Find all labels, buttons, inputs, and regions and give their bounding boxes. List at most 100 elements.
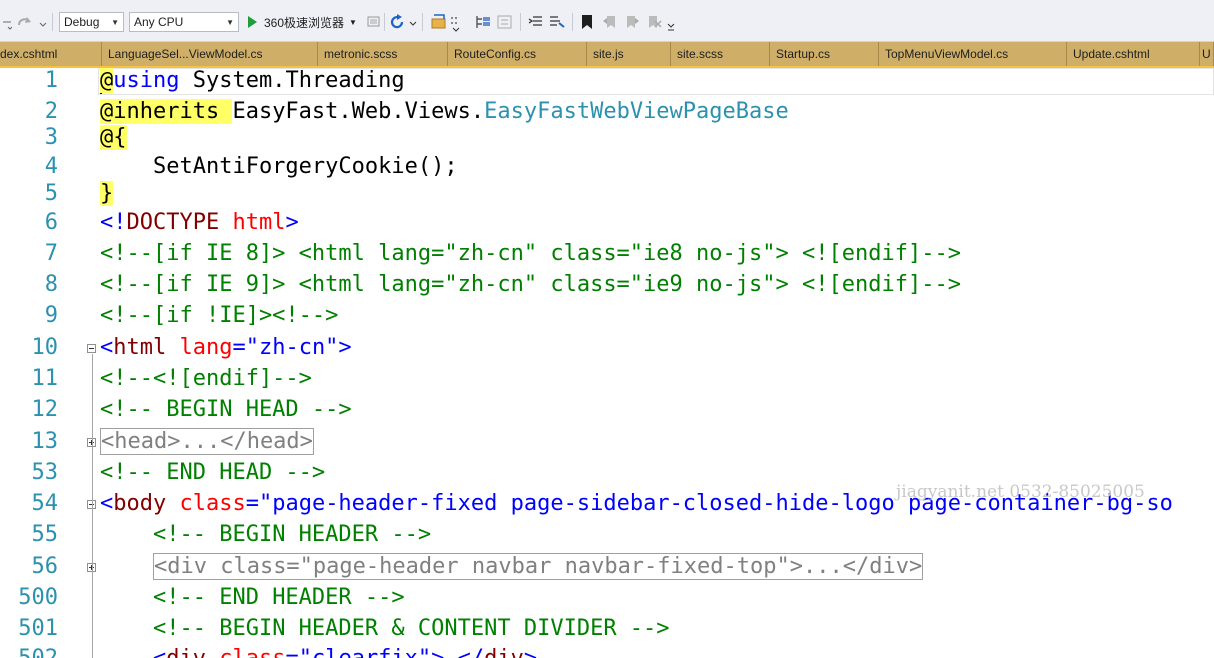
document-tab[interactable]: site.scss <box>671 42 770 66</box>
line-number: 9 <box>44 303 58 328</box>
document-tab[interactable]: Update.cshtml <box>1067 42 1200 66</box>
configuration-dropdown[interactable]: Debug ▼ <box>59 12 124 32</box>
indent-icon[interactable] <box>527 13 545 31</box>
code-token: <!--[if IE 9]> <html lang="zh-cn" class=… <box>100 272 961 297</box>
code-line[interactable]: <!--[if IE 8]> <html lang="zh-cn" class=… <box>100 241 961 267</box>
line-number: 3 <box>44 125 58 150</box>
code-line[interactable]: SetAntiForgeryCookie(); <box>100 154 458 180</box>
document-tab[interactable]: dex.cshtml <box>0 42 102 66</box>
toolbar-separator <box>384 13 385 31</box>
code-token: > <box>524 646 537 658</box>
line-number: 502 <box>0 646 58 658</box>
code-token: class <box>179 491 246 516</box>
code-token: <!--<![endif]--> <box>100 366 312 391</box>
redo-icon[interactable] <box>16 14 36 30</box>
document-tab[interactable]: U <box>1200 42 1214 66</box>
chevron-down-icon: ▼ <box>226 18 234 27</box>
code-line[interactable]: <!--<![endif]--> <box>100 366 312 392</box>
refresh-dropdown-icon[interactable] <box>408 14 418 30</box>
code-line[interactable]: <div class="page-header navbar navbar-fi… <box>100 553 924 580</box>
comment-lines-icon[interactable] <box>548 13 566 31</box>
attach-icon[interactable] <box>367 14 381 30</box>
code-line[interactable]: <!-- BEGIN HEADER & CONTENT DIVIDER --> <box>100 616 670 642</box>
code-token: html <box>113 335 167 360</box>
line-number: 55 <box>31 522 59 547</box>
line-number: 10 <box>31 335 59 360</box>
document-tab[interactable]: TopMenuViewModel.cs <box>879 42 1067 66</box>
code-line[interactable]: @inherits EasyFast.Web.Views.EasyFastWeb… <box>100 99 789 125</box>
code-token: class <box>219 646 285 658</box>
collapse-icon[interactable] <box>496 13 514 31</box>
code-token: <!-- BEGIN HEADER & CONTENT DIVIDER --> <box>152 616 670 641</box>
platform-value: Any CPU <box>134 15 184 29</box>
previous-bookmark-icon[interactable] <box>601 13 619 31</box>
line-number: 11 <box>31 366 59 391</box>
code-line[interactable]: <head>...</head> <box>100 428 314 455</box>
code-token: lang <box>179 335 233 360</box>
code-token: DOCTYPE <box>126 210 220 235</box>
code-line[interactable]: <!-- BEGIN HEAD --> <box>100 397 352 423</box>
code-line[interactable]: @{ <box>100 125 127 151</box>
clear-bookmarks-icon[interactable] <box>645 13 663 31</box>
bookmark-icon[interactable] <box>579 13 595 31</box>
code-line[interactable]: <!--[if IE 9]> <html lang="zh-cn" class=… <box>100 272 961 298</box>
code-line[interactable]: <!-- END HEAD --> <box>100 460 325 486</box>
redo-dropdown-icon[interactable] <box>38 14 48 30</box>
code-token: <div class="page-header navbar navbar-fi… <box>152 553 924 580</box>
collapse-region-icon[interactable] <box>87 344 96 353</box>
code-token: @ <box>100 68 114 93</box>
code-token: ="clearfix"> </ <box>285 646 484 658</box>
code-token: < <box>153 646 166 658</box>
code-line[interactable]: <div class="clearfix"> </div> <box>100 646 537 658</box>
line-number: 1 <box>44 68 58 93</box>
outline-guide-line <box>92 512 93 658</box>
line-number: 500 <box>18 585 58 610</box>
document-tab[interactable]: site.js <box>587 42 671 66</box>
code-token: html <box>232 210 286 235</box>
code-token: < <box>100 335 114 360</box>
code-token: <head>...</head> <box>100 428 314 455</box>
code-line[interactable]: } <box>100 181 114 207</box>
watermark: jiagyanit.net 0532-85025005 <box>896 482 1145 502</box>
code-token: <!--[if IE 8]> <html lang="zh-cn" class=… <box>100 241 961 266</box>
line-number: 5 <box>44 181 58 206</box>
document-tab[interactable]: Startup.cs <box>770 42 879 66</box>
document-tab[interactable]: metronic.scss <box>318 42 448 66</box>
browser-link-icon[interactable] <box>430 13 448 31</box>
next-bookmark-icon[interactable] <box>623 13 641 31</box>
code-token: EasyFastWebViewPageBase <box>484 99 789 124</box>
code-token: <!-- BEGIN HEAD --> <box>100 397 352 422</box>
undo-dropdown-icon[interactable] <box>2 14 12 30</box>
line-number: 7 <box>44 241 58 266</box>
document-tab[interactable]: LanguageSel...ViewModel.cs <box>102 42 318 66</box>
outline-icon[interactable] <box>474 13 492 31</box>
line-number: 53 <box>31 460 59 485</box>
chevron-down-icon: ▼ <box>349 17 357 27</box>
code-line[interactable]: <!--[if !IE]><!--> <box>100 303 338 329</box>
toolbar-separator <box>422 13 423 31</box>
code-line[interactable]: <!DOCTYPE html> <box>100 210 299 236</box>
code-line[interactable]: <!-- BEGIN HEADER --> <box>100 522 431 548</box>
toolbar-overflow-icon[interactable] <box>666 18 676 34</box>
line-number: 13 <box>31 429 59 454</box>
grip-icon[interactable] <box>450 14 464 32</box>
code-token: ="zh-cn"> <box>232 335 352 360</box>
code-token: EasyFast.Web.Views. <box>232 99 485 124</box>
refresh-icon[interactable] <box>388 13 406 31</box>
document-tab[interactable]: RouteConfig.cs <box>448 42 587 66</box>
code-token: <!-- BEGIN HEADER --> <box>152 522 432 547</box>
code-line[interactable]: <!-- END HEADER --> <box>100 585 405 611</box>
code-line[interactable]: <html lang="zh-cn"> <box>100 335 352 361</box>
platform-dropdown[interactable]: Any CPU ▼ <box>129 12 239 32</box>
start-debug-button[interactable]: 360极速浏览器 ▼ <box>246 12 366 32</box>
code-line[interactable]: @using System.Threading <box>100 68 405 94</box>
code-editor[interactable]: 1 @using System.Threading 2 @inherits EasyF… <box>0 68 1214 658</box>
code-token: div <box>484 646 524 658</box>
